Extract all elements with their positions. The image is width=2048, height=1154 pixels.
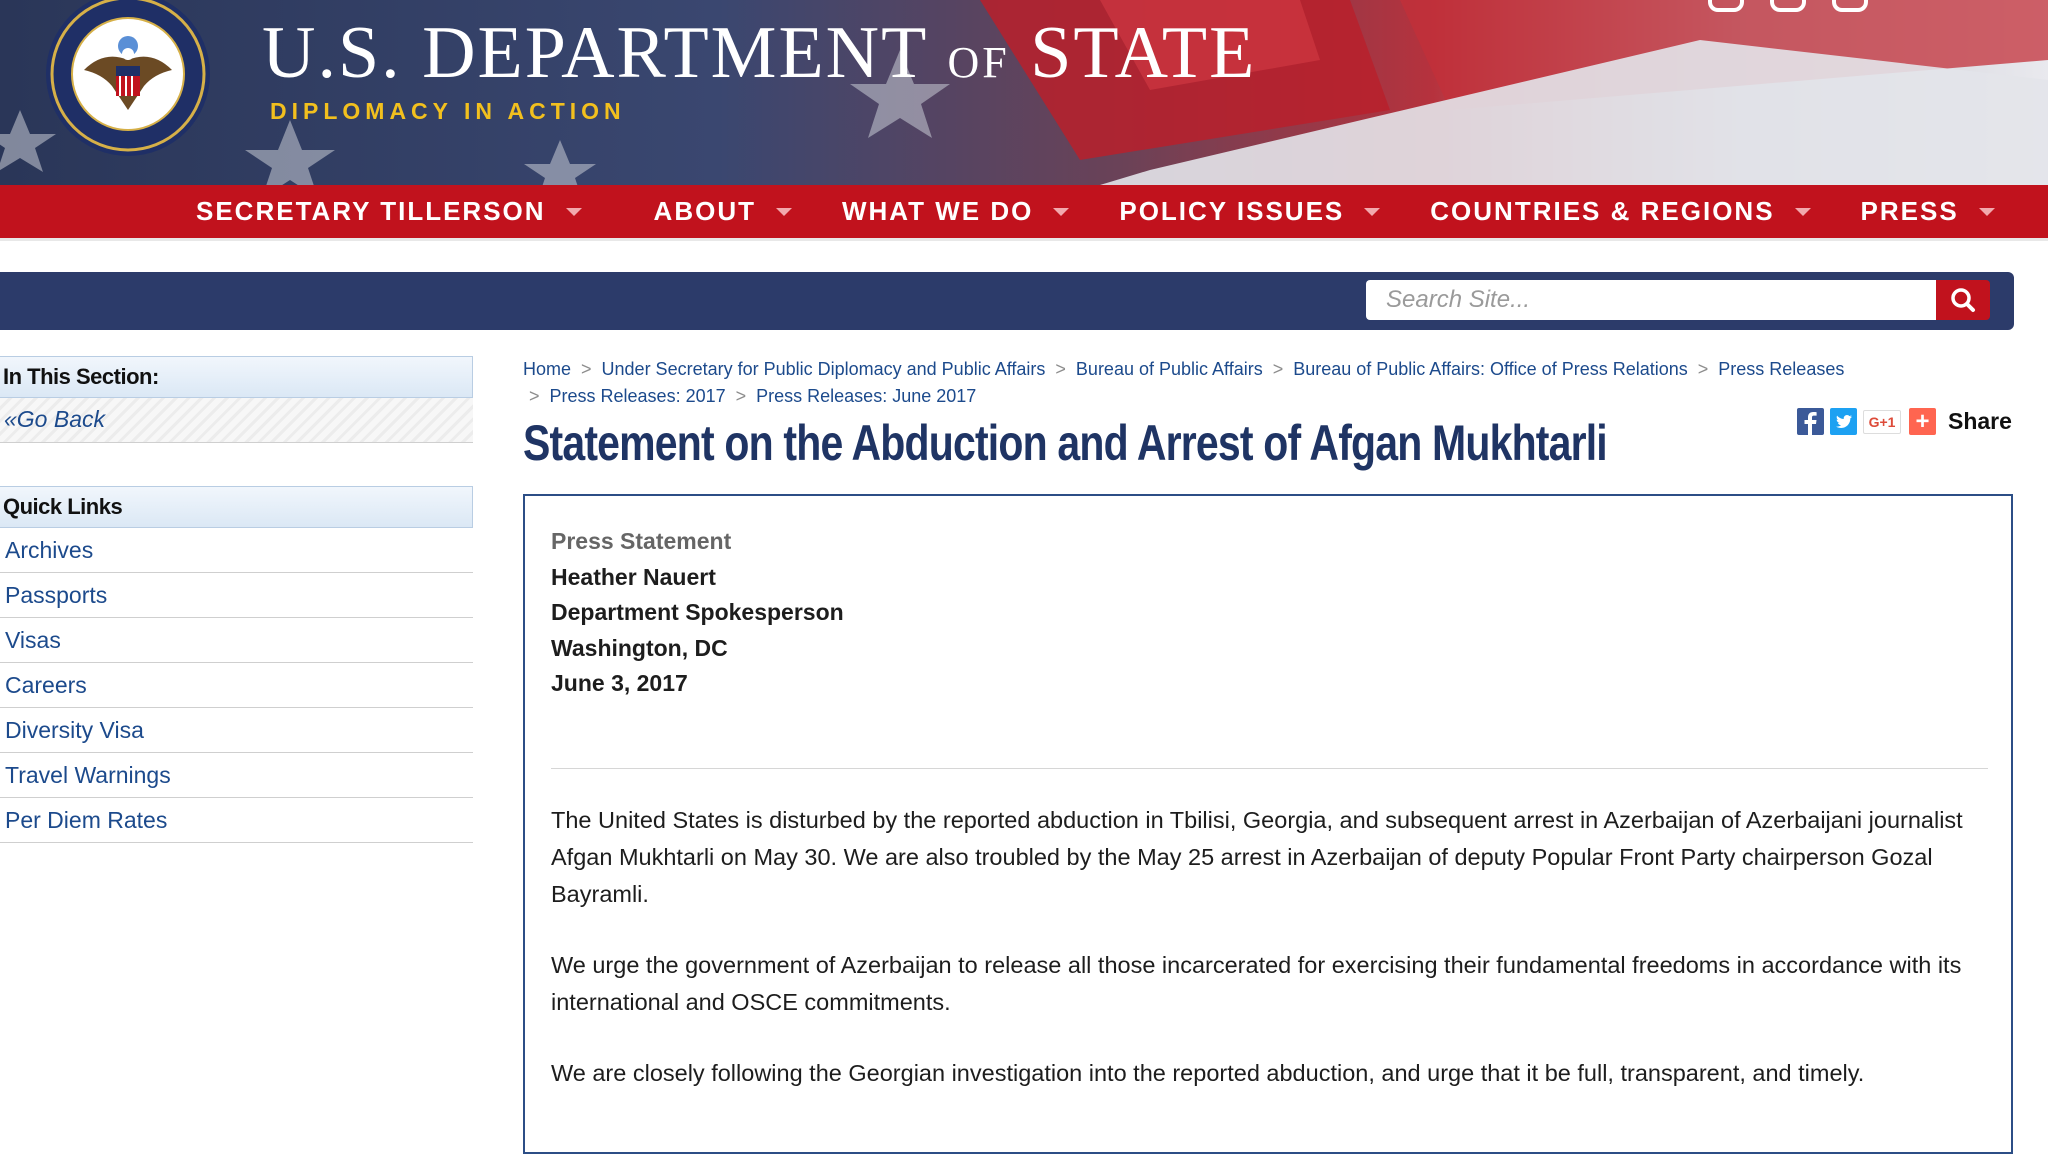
divider [551, 768, 1988, 769]
add-share-icon: + [1915, 407, 1930, 435]
breadcrumb-office-press-relations[interactable]: Bureau of Public Affairs: Office of Pres… [1293, 359, 1688, 379]
chevron-down-icon [1794, 207, 1811, 216]
quick-link-visas[interactable]: Visas [0, 618, 473, 663]
body-paragraph: We are closely following the Georgian in… [551, 1060, 1865, 1086]
nav-label: SECRETARY TILLERSON [196, 196, 546, 226]
breadcrumb-separator: > [735, 386, 747, 406]
nav-label: COUNTRIES & REGIONS [1430, 196, 1775, 226]
chevron-down-icon [565, 207, 582, 216]
breadcrumb-separator: > [529, 386, 540, 406]
chevron-down-icon [1978, 207, 1995, 216]
breadcrumb-under-secretary[interactable]: Under Secretary for Public Diplomacy and… [602, 359, 1046, 379]
breadcrumb-separator: > [1055, 359, 1066, 379]
nav-countries-regions[interactable]: COUNTRIES & REGIONS [1430, 196, 1811, 227]
chevron-down-icon [1364, 207, 1381, 216]
breadcrumb-press-releases-june-2017[interactable]: Press Releases: June 2017 [756, 386, 976, 406]
breadcrumb-press-releases[interactable]: Press Releases [1718, 359, 1844, 379]
quick-link-travel-warnings[interactable]: Travel Warnings [0, 753, 473, 798]
nav-label: POLICY ISSUES [1119, 196, 1345, 226]
site-title-main: U.S. DEPARTMENT [262, 12, 927, 94]
breadcrumb-separator: > [581, 359, 592, 379]
search-button[interactable] [1936, 280, 1990, 320]
share-bar: G+1 + Share [1797, 408, 2012, 435]
nav-label: WHAT WE DO [841, 196, 1034, 226]
add-share-button[interactable]: + [1909, 408, 1936, 435]
body-paragraph: We urge the government of Azerbaijan to … [551, 952, 1962, 1015]
breadcrumb-bureau-public-affairs[interactable]: Bureau of Public Affairs [1076, 359, 1263, 379]
top-utility-icons [1708, 0, 1868, 12]
search-icon [1951, 288, 1975, 312]
site-tagline: DIPLOMACY IN ACTION [270, 98, 626, 124]
utility-icon[interactable] [1770, 0, 1806, 12]
nav-about[interactable]: ABOUT [654, 196, 792, 227]
site-banner: U.S. DEPARTMENT OF STATE DIPLOMACY IN AC… [0, 0, 2048, 185]
body-paragraph: The United States is disturbed by the re… [551, 807, 1963, 907]
page-title: Statement on the Abduction and Arrest of… [523, 415, 1608, 471]
quick-links-header: Quick Links [0, 486, 473, 528]
double-chevron-left-icon: « [4, 406, 17, 432]
quick-link-archives[interactable]: Archives [0, 528, 473, 573]
breadcrumb-separator: > [1272, 359, 1284, 379]
search-input[interactable] [1366, 280, 1936, 320]
quick-link-per-diem-rates[interactable]: Per Diem Rates [0, 798, 473, 843]
google-plus-icon: G+1 [1868, 413, 1896, 430]
facebook-icon [1804, 412, 1817, 435]
breadcrumb-separator: > [1697, 359, 1709, 379]
nav-label: ABOUT [653, 196, 756, 226]
quick-link-diversity-visa[interactable]: Diversity Visa [0, 708, 473, 753]
nav-label: PRESS [1860, 196, 1959, 226]
search-bar [0, 272, 2014, 330]
breadcrumb-home[interactable]: Home [523, 359, 571, 379]
chevron-down-icon [775, 207, 792, 216]
statement-location: Washington, DC [551, 634, 728, 661]
utility-icon[interactable] [1832, 0, 1868, 12]
nav-secretary-tillerson[interactable]: SECRETARY TILLERSON [196, 196, 582, 227]
breadcrumb: Home > Under Secretary for Public Diplomac… [523, 356, 1903, 410]
share-label[interactable]: Share [1948, 408, 2012, 435]
statement-date: June 3, 2017 [551, 670, 688, 696]
google-plus-share-button[interactable]: G+1 [1863, 409, 1901, 434]
quick-link-passports[interactable]: Passports [0, 573, 473, 618]
statement-content: Press Statement Heather Nauert Departmen… [523, 494, 2013, 1154]
twitter-icon [1836, 415, 1852, 428]
nav-press[interactable]: PRESS [1861, 196, 1995, 227]
quick-link-careers[interactable]: Careers [0, 663, 473, 708]
go-back-label: Go Back [16, 406, 106, 432]
twitter-share-button[interactable] [1830, 408, 1857, 435]
speaker-name: Heather Nauert [551, 563, 716, 590]
state-department-seal-logo[interactable] [44, 0, 212, 158]
site-title-of: OF [947, 38, 1010, 87]
site-title[interactable]: U.S. DEPARTMENT OF STATE [262, 16, 1256, 90]
in-this-section-header: In This Section: [0, 356, 473, 398]
nav-policy-issues[interactable]: POLICY ISSUES [1119, 196, 1381, 227]
statement-meta: Press Statement Heather Nauert Departmen… [551, 524, 844, 702]
sidebar: In This Section: «Go Back Quick Links Ar… [0, 356, 473, 843]
speaker-role: Department Spokesperson [551, 599, 844, 625]
main-navigation: SECRETARY TILLERSON ABOUT WHAT WE DO POL… [0, 185, 2048, 241]
facebook-share-button[interactable] [1797, 408, 1824, 435]
breadcrumb-press-releases-2017[interactable]: Press Releases: 2017 [550, 386, 726, 406]
nav-what-we-do[interactable]: WHAT WE DO [841, 196, 1070, 227]
chevron-down-icon [1053, 207, 1070, 216]
go-back-link[interactable]: «Go Back [0, 398, 473, 443]
site-title-end: STATE [1030, 12, 1257, 94]
utility-icon[interactable] [1708, 0, 1744, 12]
statement-body: The United States is disturbed by the re… [551, 802, 1991, 1126]
statement-type: Press Statement [551, 528, 732, 554]
